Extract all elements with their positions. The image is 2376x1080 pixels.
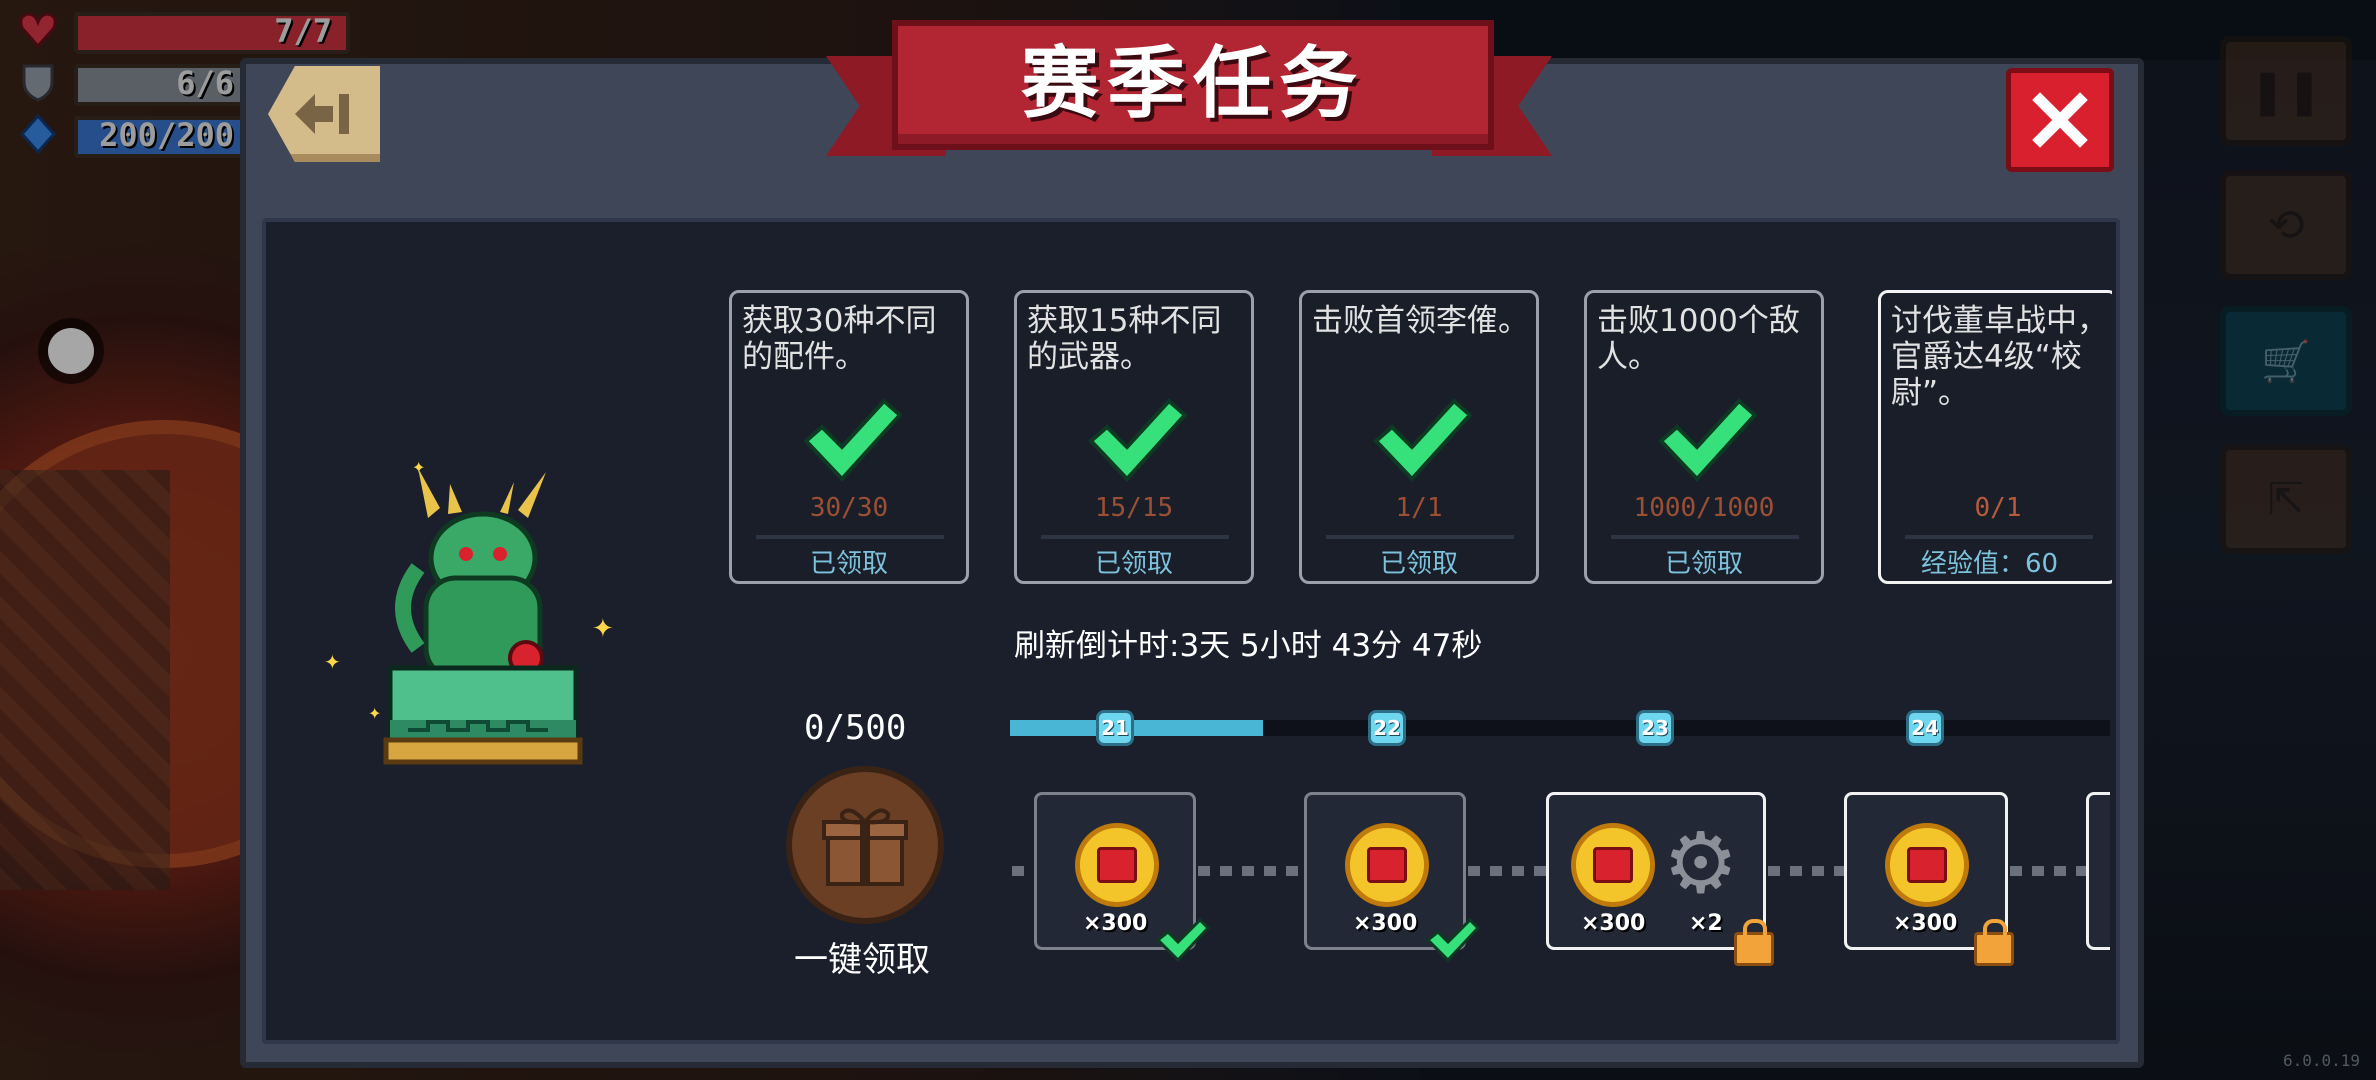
- task-description: 讨伐董卓战中，官爵达4级“校尉”。: [1891, 303, 2108, 411]
- check-icon: [1156, 918, 1210, 962]
- task-status: 已领取: [1094, 549, 1173, 579]
- level-node: 23: [1636, 710, 1674, 746]
- reward-box-clip: [2086, 792, 2110, 950]
- task-description: 获取15种不同的武器。: [1027, 303, 1222, 375]
- close-icon: [2032, 92, 2088, 148]
- task-status: 经验值：60: [1921, 549, 2059, 579]
- connector-dots: [1768, 866, 1844, 876]
- card-divider: [1905, 535, 2093, 539]
- connector-dots: [1012, 866, 1032, 876]
- reward-box[interactable]: [2086, 792, 2110, 950]
- refresh-countdown: 刷新倒计时:3天 5小时 43分 47秒: [1014, 628, 1483, 664]
- lock-icon: [1734, 919, 1774, 966]
- level-node: 22: [1368, 710, 1406, 746]
- coin-icon: [1571, 823, 1655, 907]
- task-card[interactable]: 讨伐董卓战中，官爵达4级“校尉”。 0/1 经验值：60: [1878, 290, 2112, 584]
- close-button[interactable]: [2006, 68, 2114, 172]
- gear-icon: ⚙: [1663, 814, 1739, 912]
- task-card-clip: 讨伐董卓战中，官爵达4级“校尉”。 0/1 经验值：60: [1878, 290, 2112, 590]
- check-icon: [1426, 918, 1480, 962]
- check-icon: [1373, 398, 1472, 482]
- reward-quantity: ×300: [1893, 911, 1958, 936]
- claim-all-label: 一键领取: [794, 940, 930, 980]
- level-node: 21: [1096, 710, 1134, 746]
- reward-quantity: ×300: [1083, 911, 1148, 936]
- check-icon: [803, 398, 902, 482]
- card-divider: [1326, 535, 1514, 539]
- coin-icon: [1345, 823, 1429, 907]
- season-track-fill: [1010, 720, 1263, 736]
- dialog-title: 赛季任务: [1020, 39, 1365, 129]
- card-divider: [1611, 535, 1799, 539]
- task-progress: 15/15: [1094, 493, 1174, 523]
- task-status: 已领取: [1379, 549, 1458, 579]
- task-progress: 1/1: [1395, 493, 1443, 523]
- level-node: 24: [1906, 710, 1944, 746]
- check-icon: [1088, 398, 1187, 482]
- sparkle-icon: ✦: [592, 614, 614, 644]
- reward-box[interactable]: ×300 ⚙ ×2: [1546, 792, 1766, 950]
- task-progress: 30/30: [809, 493, 889, 523]
- reward-quantity: ×2: [1689, 911, 1723, 936]
- back-icon: [295, 94, 349, 134]
- connector-dots: [2010, 866, 2088, 876]
- task-card[interactable]: 获取30种不同的配件。 30/30 已领取: [729, 290, 969, 584]
- coin-icon: [1075, 823, 1159, 907]
- card-divider: [756, 535, 944, 539]
- task-card[interactable]: 击败1000个敌人。 1000/1000 已领取: [1584, 290, 1824, 584]
- task-card[interactable]: 获取15种不同的武器。 15/15 已领取: [1014, 290, 1254, 584]
- card-divider: [1041, 535, 1229, 539]
- connector-dots: [1468, 866, 1548, 876]
- coin-icon: [1885, 823, 1969, 907]
- task-description: 击败首领李傕。: [1312, 303, 1529, 339]
- task-progress: 0/1: [1974, 493, 2022, 523]
- season-points: 0/500: [804, 708, 907, 748]
- task-card[interactable]: 击败首领李傕。 1/1 已领取: [1299, 290, 1539, 584]
- sparkle-icon: ✦: [324, 650, 341, 674]
- task-status: 已领取: [809, 549, 888, 579]
- task-description: 获取30种不同的配件。: [742, 303, 937, 375]
- reward-quantity: ×300: [1581, 911, 1646, 936]
- reward-quantity: ×300: [1353, 911, 1418, 936]
- connector-dots: [1198, 866, 1302, 876]
- claim-all-button[interactable]: [786, 766, 944, 924]
- gift-icon: [822, 808, 908, 886]
- task-status: 已领取: [1664, 549, 1743, 579]
- check-icon: [1658, 398, 1757, 482]
- dragon-statue-reward: [383, 468, 583, 765]
- lock-icon: [1974, 919, 2014, 966]
- task-description: 击败1000个敌人。: [1597, 303, 1800, 375]
- task-progress: 1000/1000: [1633, 493, 1775, 523]
